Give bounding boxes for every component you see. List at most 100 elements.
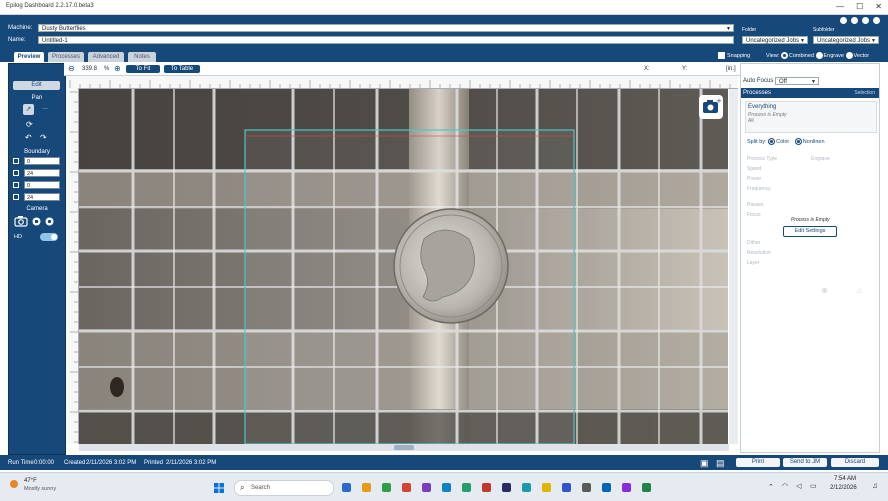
tab-notes[interactable]: Notes — [128, 52, 156, 62]
help-icon[interactable] — [851, 17, 858, 24]
taskbar-app-icon[interactable] — [542, 483, 551, 492]
pan-label: Pan — [31, 95, 43, 101]
taskbar-app-icon[interactable] — [502, 483, 511, 492]
boundary-top-input[interactable]: 0 — [24, 181, 60, 189]
notification-bell-icon[interactable]: ♫ — [872, 481, 878, 490]
windows-start-icon[interactable] — [214, 483, 224, 493]
tab-processes[interactable]: Processes — [48, 52, 84, 62]
taskbar-app-icon[interactable] — [422, 483, 431, 492]
zoom-in-icon[interactable]: ⊕ — [114, 64, 121, 73]
taskbar-app-icon[interactable] — [582, 483, 591, 492]
tab-advanced[interactable]: Advanced — [88, 52, 124, 62]
taskbar-app-icon[interactable] — [562, 483, 571, 492]
printed-label: Printed — [144, 460, 164, 466]
power-icon[interactable] — [873, 17, 880, 24]
maximize-button[interactable]: ☐ — [856, 2, 863, 11]
taskbar-app-icon[interactable] — [382, 483, 391, 492]
tab-preview[interactable]: Preview — [14, 52, 44, 62]
speaker-icon[interactable]: ◁ — [796, 482, 801, 490]
split-color-radio[interactable] — [768, 138, 776, 145]
camera-preview-canvas[interactable]: + — [79, 89, 728, 444]
boundary-left-input[interactable]: 0 — [24, 157, 60, 165]
taskbar-app-icon[interactable] — [462, 483, 471, 492]
save-icon[interactable]: ▤ — [716, 458, 725, 469]
split-nonlinen-radio[interactable] — [794, 138, 802, 145]
faded-row: Engrave — [811, 156, 830, 162]
edit-button[interactable]: Edit — [13, 81, 60, 90]
weather-sun-icon[interactable] — [10, 480, 18, 488]
pointer-icon[interactable]: ➚ — [23, 104, 34, 115]
taskbar-app-icon[interactable] — [602, 483, 611, 492]
clock-time[interactable]: 7:54 AM — [834, 476, 856, 482]
view-vector-radio[interactable] — [845, 52, 853, 59]
view-engrave-radio[interactable] — [815, 52, 823, 59]
camera-settings-icon[interactable] — [45, 217, 54, 228]
camera-snapshot-button[interactable]: + — [699, 95, 723, 119]
unit-label: [in.] — [726, 66, 736, 72]
name-value: Untitled-1 — [42, 38, 68, 44]
discard-button[interactable]: Discard — [831, 458, 879, 467]
gear-icon[interactable] — [840, 17, 847, 24]
process-everything-card[interactable]: Everything Process is Empty All — [745, 101, 877, 133]
created-label: Created — [64, 460, 86, 466]
header-icons — [840, 17, 880, 24]
to-table-button[interactable]: To Table — [164, 65, 200, 73]
subfolder-select[interactable]: Uncategorized Jobs ▼ — [813, 36, 879, 44]
name-input[interactable]: Untitled-1 — [38, 36, 734, 44]
zoom-out-icon[interactable]: ⊖ — [68, 64, 75, 73]
folder-open-icon[interactable]: ▣ — [700, 458, 709, 469]
selection-label[interactable]: Selection — [854, 90, 875, 96]
process-add-icon: ⊕ — [821, 286, 828, 295]
taskbar-app-icon[interactable] — [402, 483, 411, 492]
rotate-icon[interactable]: ⟳ — [26, 121, 33, 129]
battery-icon[interactable]: ▭ — [810, 482, 817, 490]
run-time-value: 0:00:00 — [34, 460, 55, 466]
redo-icon[interactable]: ↷ — [40, 134, 47, 142]
auto-focus-select[interactable]: Off ▼ — [775, 77, 819, 85]
search-input[interactable]: ⌕ Search — [234, 480, 334, 496]
pan-dots: ··· — [42, 106, 48, 112]
account-icon[interactable] — [862, 17, 869, 24]
process-empty-text: Process is Empty — [791, 217, 830, 223]
to-fit-button[interactable]: To Fit — [126, 65, 160, 73]
taskbar-app-icon[interactable] — [482, 483, 491, 492]
camera-capture-icon[interactable] — [32, 217, 41, 228]
wifi-icon[interactable]: ◠ — [782, 482, 788, 490]
send-to-jm-button[interactable]: Send to JM — [783, 458, 827, 467]
view-combined-radio[interactable] — [780, 52, 788, 59]
boundary-label: Boundary — [24, 149, 50, 155]
machine-select[interactable]: Dusty Butterflies ▼ — [38, 24, 734, 32]
folder-select[interactable]: Uncategorized Jobs ▼ — [742, 36, 808, 44]
taskbar-app-icon[interactable] — [642, 483, 651, 492]
taskbar-app-icon[interactable] — [442, 483, 451, 492]
window-title: Epilog Dashboard 2.2.17.0.beta3 — [6, 3, 94, 9]
taskbar-app-icon[interactable] — [342, 483, 351, 492]
boundary-right-input[interactable]: 24 — [24, 169, 60, 177]
left-tool-panel: Edit Pan ➚ ··· ⟳ ↶ ↷ Boundary 0 24 0 24 … — [8, 63, 66, 455]
undo-icon[interactable]: ↶ — [25, 134, 32, 142]
taskbar-app-icon[interactable] — [522, 483, 531, 492]
edit-settings-button[interactable]: Edit Settings — [783, 226, 837, 237]
camera-icon[interactable] — [14, 215, 28, 229]
windows-taskbar: 47°F Mostly sunny ⌕ Search ⌃ ◠ ◁ ▭ 7:54 … — [0, 472, 888, 501]
zoom-value[interactable]: 339.8 — [82, 66, 97, 72]
view-vector-label: Vector — [853, 52, 870, 59]
print-button[interactable]: Print — [736, 458, 780, 467]
minimize-button[interactable]: — — [836, 2, 844, 11]
boundary-bottom-icon — [13, 194, 19, 200]
close-button[interactable]: ✕ — [875, 2, 882, 11]
snapping-toggle[interactable]: Snapping — [718, 52, 750, 59]
horizontal-scrollbar[interactable] — [79, 444, 729, 451]
hd-toggle[interactable] — [40, 233, 58, 241]
snapping-label: Snapping — [727, 52, 751, 59]
vertical-scrollbar[interactable] — [729, 89, 738, 444]
faded-row: Layer — [747, 260, 760, 266]
clock-date[interactable]: 2/12/2026 — [830, 485, 857, 491]
taskbar-app-icon[interactable] — [362, 483, 371, 492]
chevron-up-icon[interactable]: ⌃ — [768, 483, 774, 491]
snapping-checkbox[interactable] — [718, 52, 725, 59]
weather-temp[interactable]: 47°F — [24, 478, 37, 484]
boundary-bottom-input[interactable]: 24 — [24, 193, 60, 201]
taskbar-app-icon[interactable] — [622, 483, 631, 492]
scroll-thumb[interactable] — [394, 445, 414, 450]
